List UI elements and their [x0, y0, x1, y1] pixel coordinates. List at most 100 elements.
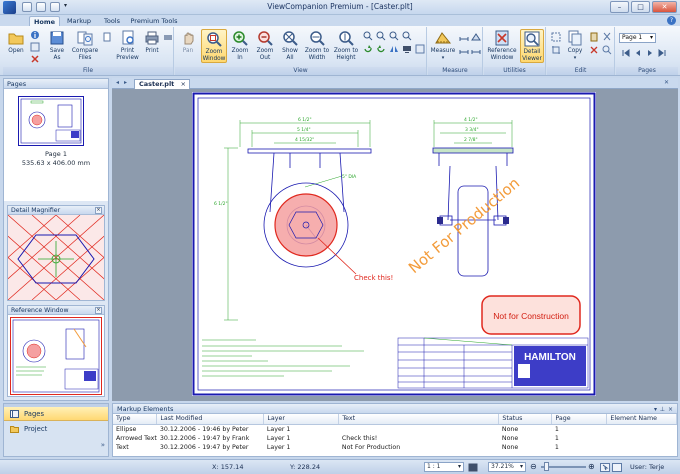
tab-tools[interactable]: Tools: [99, 16, 125, 26]
column-layer[interactable]: Layer: [263, 414, 340, 425]
crop-icon[interactable]: [551, 45, 561, 55]
first-page-icon[interactable]: [621, 48, 631, 58]
page-setup-icon[interactable]: [102, 32, 112, 42]
calculator-icon[interactable]: [468, 463, 478, 472]
last-page-icon[interactable]: [657, 48, 667, 58]
drawing-canvas[interactable]: 6 1/2" 5 1/4" 4 15/32" 6 1/2" 5" DIA Che…: [112, 89, 678, 401]
find-icon[interactable]: [602, 45, 612, 55]
column-status[interactable]: Status: [498, 414, 553, 425]
nav-pages[interactable]: Pages: [4, 407, 108, 421]
print-button[interactable]: Print: [142, 29, 162, 55]
zoom-to-width-button[interactable]: Zoom to Width: [303, 29, 331, 61]
table-row[interactable]: Ellipse 30.12.2006 - 19:46 by Peter Laye…: [113, 424, 677, 434]
document-close-icon[interactable]: ✕: [664, 79, 669, 86]
document-tab-caster[interactable]: Caster.plt ×: [134, 79, 190, 89]
rotate-right-icon[interactable]: [376, 44, 386, 54]
column-type[interactable]: Type: [113, 414, 158, 425]
zoom-level-select[interactable]: 37.21% ▾: [488, 462, 526, 472]
next-page-icon[interactable]: [645, 48, 655, 58]
column-element-name[interactable]: Element Name: [606, 414, 677, 425]
view-options-icon[interactable]: [415, 44, 425, 54]
drawing-sheet[interactable]: 6 1/2" 5 1/4" 4 15/32" 6 1/2" 5" DIA Che…: [192, 92, 596, 396]
svg-text:6 1/2": 6 1/2": [298, 117, 312, 123]
tab-premium-tools[interactable]: Premium Tools: [130, 16, 178, 26]
zoom-previous-icon[interactable]: [363, 31, 373, 41]
copy-dropdown-icon[interactable]: ▾: [564, 55, 586, 62]
thumbnail-page-label: Page 1: [45, 150, 67, 158]
calibrate-icon[interactable]: [459, 45, 469, 55]
zoom-dropdown-icon[interactable]: ▾: [520, 463, 523, 471]
rotate-left-icon[interactable]: [363, 44, 373, 54]
tab-scroll-left-icon[interactable]: ◂: [116, 79, 119, 86]
measure-distance-icon[interactable]: [459, 32, 469, 42]
zoom-slider-thumb[interactable]: [544, 462, 549, 471]
mirror-icon[interactable]: [389, 44, 399, 54]
pointer-tool-icon[interactable]: [600, 463, 610, 472]
zoom-window-button[interactable]: Zoom Window: [201, 29, 227, 63]
help-icon[interactable]: ?: [667, 16, 676, 25]
batch-print-icon[interactable]: [163, 32, 173, 42]
scale-icon[interactable]: [471, 45, 481, 55]
nav-overflow-icon[interactable]: »: [101, 441, 105, 449]
detail-magnifier-close-icon[interactable]: ×: [95, 207, 102, 214]
measure-dropdown-icon[interactable]: ▾: [430, 55, 456, 62]
reference-window-button[interactable]: Reference Window: [486, 29, 518, 61]
reference-window-view[interactable]: [10, 317, 102, 395]
measure-area-icon[interactable]: [471, 32, 481, 42]
delete-icon[interactable]: [589, 45, 599, 55]
page-select[interactable]: Page 1 ▾: [619, 33, 656, 43]
snap-icon[interactable]: [612, 463, 622, 472]
nav-project[interactable]: Project: [4, 422, 108, 436]
tab-home[interactable]: Home: [29, 16, 60, 26]
column-page[interactable]: Page: [551, 414, 608, 425]
cut-icon[interactable]: [602, 32, 612, 42]
zoom-next-icon[interactable]: [376, 31, 386, 41]
paste-icon[interactable]: [589, 32, 599, 42]
page-select-dropdown-icon[interactable]: ▾: [650, 34, 653, 42]
zoom-in-small-icon[interactable]: ⊕: [588, 462, 595, 471]
arrowed-text-check-this[interactable]: Check this!: [354, 274, 393, 282]
tab-scroll-right-icon[interactable]: ▸: [124, 79, 127, 86]
close-file-icon[interactable]: [30, 54, 40, 64]
maximize-icon[interactable]: □: [631, 1, 650, 13]
table-row[interactable]: Arrowed Text 30.12.2006 - 19:47 by Frank…: [113, 434, 677, 444]
print-preview-button[interactable]: Print Preview: [114, 29, 141, 61]
page-thumbnail[interactable]: [18, 96, 84, 146]
stamp-text: Not for Construction: [493, 311, 569, 321]
pan-button[interactable]: Pan: [178, 29, 198, 55]
panel-pin-icon[interactable]: ⊥: [660, 405, 665, 415]
panel-close-icon[interactable]: ×: [668, 405, 673, 415]
zoom-out-small-icon[interactable]: ⊖: [530, 462, 537, 471]
zoom-to-height-button[interactable]: Zoom to Height: [332, 29, 360, 61]
minimize-icon[interactable]: –: [610, 1, 629, 13]
column-text[interactable]: Text: [338, 414, 500, 425]
compare-files-button[interactable]: Compare Files: [71, 29, 99, 61]
document-tab-close-icon[interactable]: ×: [181, 80, 186, 89]
measure-button[interactable]: Measure ▾: [430, 29, 456, 61]
svg-text:2 7/8": 2 7/8": [464, 137, 478, 143]
close-icon[interactable]: ✕: [652, 1, 677, 13]
table-row[interactable]: Text 30.12.2006 - 19:47 by Peter Layer 1…: [113, 443, 677, 453]
zoom-out-button[interactable]: Zoom Out: [254, 29, 276, 61]
save-as-button[interactable]: Save As: [45, 29, 69, 61]
info-icon[interactable]: [30, 30, 40, 40]
previous-page-icon[interactable]: [633, 48, 643, 58]
zoom-in-button[interactable]: Zoom In: [229, 29, 251, 61]
zoom-selection-icon[interactable]: [389, 31, 399, 41]
show-all-button[interactable]: Show All: [279, 29, 301, 61]
panel-menu-icon[interactable]: ▾: [654, 405, 657, 415]
cursor-y-readout: Y: 228.24: [290, 463, 321, 471]
open-button[interactable]: Open: [5, 29, 27, 55]
scale-dropdown-icon[interactable]: ▾: [458, 463, 461, 471]
column-last-modified[interactable]: Last Modified: [156, 414, 265, 425]
copy-button[interactable]: Copy ▾: [564, 29, 586, 61]
zoom-extents-icon[interactable]: [402, 31, 412, 41]
monitor-icon[interactable]: [402, 44, 412, 54]
tab-markup[interactable]: Markup: [63, 16, 95, 26]
detail-viewer-button[interactable]: Detail Viewer: [520, 29, 544, 63]
properties-icon[interactable]: [30, 42, 40, 52]
scale-select[interactable]: 1 : 1 ▾: [424, 462, 464, 472]
detail-magnifier-view[interactable]: [8, 215, 104, 300]
reference-window-close-icon[interactable]: ×: [95, 307, 102, 314]
select-icon[interactable]: [551, 32, 561, 42]
